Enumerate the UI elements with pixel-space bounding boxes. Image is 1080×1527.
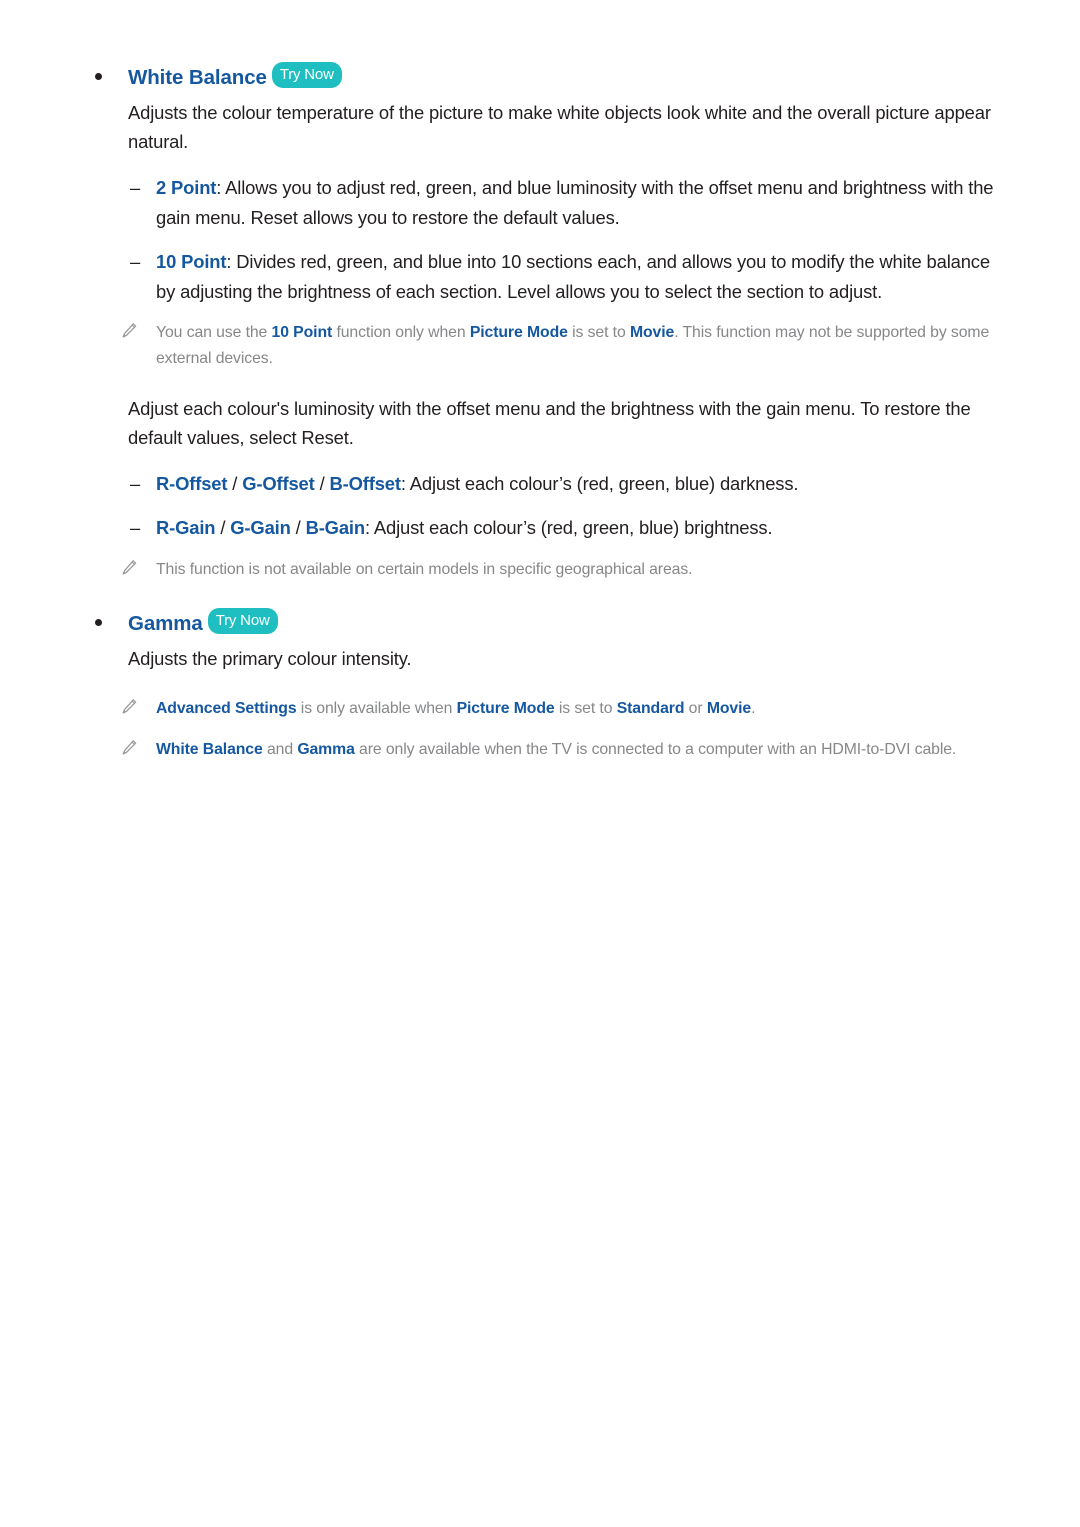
pencil-icon <box>120 739 138 757</box>
note-term-10-point: 10 Point <box>271 324 333 342</box>
page-content: White Balance Try Now Adjusts the colour … <box>92 62 1012 773</box>
sub-item-offsets-body: : Adjust each colour’s (red, green, blue… <box>400 473 799 495</box>
sub-item-gains: – R-Gain / G-Gain / B-Gain: Adjust each c… <box>92 513 1012 543</box>
term-b-offset: B-Offset <box>329 473 401 495</box>
note-text-part-1: is only available when <box>296 699 457 717</box>
note-text-part-2: function only when <box>332 324 470 342</box>
term-2-point: 2 Point <box>156 177 217 199</box>
note-term-movie: Movie <box>629 324 675 342</box>
note-term-gamma: Gamma <box>297 741 355 759</box>
note-text-part-4: . <box>751 699 756 717</box>
note-term-standard: Standard <box>616 699 685 717</box>
section-heading-gamma: Gamma Try Now <box>92 608 1012 638</box>
pencil-icon <box>120 559 138 577</box>
dash-marker: – <box>130 177 141 199</box>
sub-item-offsets: – R-Offset / G-Offset / B-Offset: Adjust … <box>92 469 1012 499</box>
try-now-badge-gamma[interactable]: Try Now <box>207 608 278 635</box>
sub-item-gains-body: : Adjust each colour’s (red, green, blue… <box>364 517 773 539</box>
pencil-icon <box>120 322 138 340</box>
gamma-description: Adjusts the primary colour intensity. <box>128 648 412 670</box>
dash-marker: – <box>130 517 141 539</box>
note-term-picture-mode: Picture Mode <box>469 324 568 342</box>
sub-item-2-point-body: : Allows you to adjust red, green, and b… <box>156 177 994 229</box>
sub-item-10-point-body: : Divides red, green, and blue into 10 s… <box>156 250 990 302</box>
white-balance-body-2: Adjust each colour's luminosity with the… <box>128 397 971 449</box>
term-b-gain: B-Gain <box>305 517 366 539</box>
note-text-part-3: is set to <box>567 324 630 342</box>
note-region-text: This function is not available on certai… <box>156 560 693 578</box>
note-term-advanced-settings: Advanced Settings <box>156 699 297 717</box>
try-now-badge-white-balance[interactable]: Try Now <box>271 62 342 88</box>
note-text-part-1: and <box>262 741 298 759</box>
term-10-point: 10 Point <box>156 250 227 272</box>
separator-slash: / <box>227 473 243 495</box>
note-advanced-settings: Advanced Settings is only available when… <box>92 696 1012 722</box>
note-term-picture-mode: Picture Mode <box>456 699 555 717</box>
bullet-marker <box>95 73 102 80</box>
term-r-gain: R-Gain <box>156 517 216 539</box>
note-text-part-1: You can use the <box>156 324 272 342</box>
dash-marker: – <box>130 250 141 272</box>
note-term-white-balance: White Balance <box>156 741 263 759</box>
sub-item-2-point: –2 Point: Allows you to adjust red, gree… <box>92 173 1012 233</box>
dash-marker: – <box>130 473 141 495</box>
separator-slash: / <box>290 517 306 539</box>
pencil-icon <box>120 698 138 716</box>
note-text-part-3: or <box>684 699 707 717</box>
heading-text: White Balance <box>128 65 267 89</box>
separator-slash: / <box>314 473 330 495</box>
white-balance-description: Adjusts the colour temperature of the pi… <box>128 101 991 153</box>
term-g-gain: G-Gain <box>230 517 291 539</box>
term-g-offset: G-Offset <box>242 473 315 495</box>
manual-page: White Balance Try Now Adjusts the colour … <box>0 0 1080 1527</box>
note-text-part-2: is set to <box>554 699 617 717</box>
bullet-marker <box>95 619 102 627</box>
section-heading-white-balance: White Balance Try Now <box>92 62 1012 92</box>
note-hdmi-to-dvi: White Balance and Gamma are only availab… <box>92 737 1012 763</box>
note-10-point: You can use the 10 Point function only w… <box>92 320 1012 371</box>
note-text-part-2: are only available when the TV is connec… <box>354 741 957 759</box>
heading-text: Gamma <box>128 612 203 636</box>
separator-slash: / <box>215 517 231 539</box>
term-r-offset: R-Offset <box>156 473 228 495</box>
sub-item-10-point: –10 Point: Divides red, green, and blue … <box>92 247 1012 307</box>
note-region-availability: This function is not available on certai… <box>92 557 1012 583</box>
note-term-movie: Movie <box>706 699 752 717</box>
